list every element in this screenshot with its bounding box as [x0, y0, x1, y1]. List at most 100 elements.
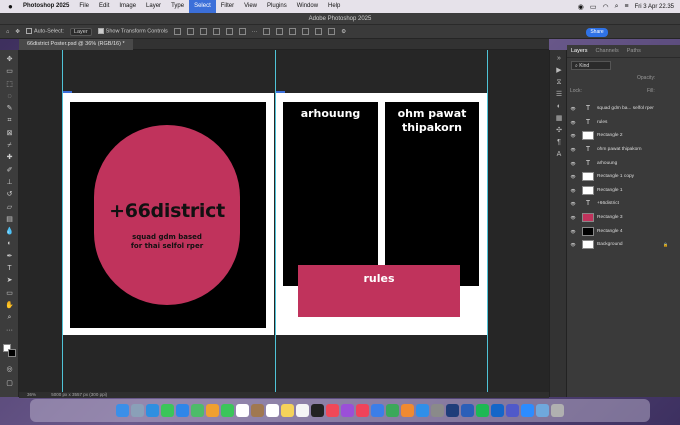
fill-label[interactable]: Fill:: [647, 88, 655, 94]
layer-row[interactable]: 👁 T +66district: [567, 197, 680, 211]
numbers-dock-icon[interactable]: [386, 404, 399, 417]
path-select-icon[interactable]: ➤: [0, 275, 19, 287]
brush-icon[interactable]: ✐: [0, 165, 19, 177]
properties-icon[interactable]: ☰: [550, 89, 568, 101]
quick-select-icon[interactable]: ✎: [0, 103, 19, 115]
swatches-icon[interactable]: ▦: [550, 113, 568, 125]
distribute-height-icon[interactable]: [328, 28, 336, 35]
menu-help[interactable]: Help: [323, 0, 345, 13]
gradient-icon[interactable]: ▤: [0, 214, 19, 226]
freeform-dock-icon[interactable]: [296, 404, 309, 417]
align-right-icon[interactable]: [199, 28, 207, 35]
visibility-eye-icon[interactable]: 👁: [567, 120, 579, 125]
align-left-icon[interactable]: [173, 28, 181, 35]
box-2-line-2[interactable]: thipakorn: [385, 121, 479, 134]
pen-icon[interactable]: ✒: [0, 251, 19, 263]
auto-select-checkbox[interactable]: [25, 28, 32, 35]
document-tab[interactable]: 66district Poster.psd @ 36% (RGB/16) *: [19, 39, 133, 50]
distribute-vertical-icon[interactable]: [276, 28, 284, 35]
menubar-clock[interactable]: Fri 3 Apr 22.35: [635, 4, 674, 10]
maps-dock-icon[interactable]: [191, 404, 204, 417]
music-dock-icon[interactable]: [326, 404, 339, 417]
visibility-eye-icon[interactable]: 👁: [567, 229, 579, 234]
layer-row[interactable]: 👁 Tarhouung: [567, 156, 680, 170]
menu-plugins[interactable]: Plugins: [262, 0, 292, 13]
move-tool-icon[interactable]: ✥: [15, 29, 20, 35]
align-middle-icon[interactable]: [225, 28, 233, 35]
canvas-area[interactable]: +66district squad gdm based for thai sel…: [19, 50, 549, 392]
menu-layer[interactable]: Layer: [141, 0, 166, 13]
zoom-icon[interactable]: ⌕: [0, 312, 19, 324]
guide-line[interactable]: [487, 50, 488, 392]
zoom-dock-icon[interactable]: [521, 404, 534, 417]
dodge-icon[interactable]: ◐: [0, 238, 19, 250]
search-icon[interactable]: ⌕: [615, 3, 619, 11]
layer-row[interactable]: 👁 Trules: [567, 116, 680, 130]
menu-app-name[interactable]: Photoshop 2025: [18, 0, 74, 13]
visibility-eye-icon[interactable]: 👁: [567, 147, 579, 152]
messages-dock-icon[interactable]: [161, 404, 174, 417]
podcasts-dock-icon[interactable]: [341, 404, 354, 417]
visibility-eye-icon[interactable]: 👁: [567, 106, 579, 111]
play-icon[interactable]: ▶: [550, 65, 568, 77]
calendar-dock-icon[interactable]: [236, 404, 249, 417]
distribute-horizontal-icon[interactable]: [289, 28, 297, 35]
word-dock-icon[interactable]: [461, 404, 474, 417]
eyedropper-icon[interactable]: ⌿: [0, 140, 19, 152]
color-icon[interactable]: ◐: [550, 101, 568, 113]
menu-window[interactable]: Window: [292, 0, 323, 13]
distribute-spacing-icon[interactable]: [302, 28, 310, 35]
layer-filter-dropdown[interactable]: ⌕ Kind: [571, 61, 611, 70]
background-color-swatch[interactable]: [8, 349, 16, 357]
rectangle-1[interactable]: [283, 102, 378, 286]
pages-dock-icon[interactable]: [401, 404, 414, 417]
notes-dock-icon[interactable]: [281, 404, 294, 417]
battery-icon[interactable]: ▭: [590, 3, 597, 11]
box-2-line-1[interactable]: ohm pawat: [385, 107, 479, 120]
menu-edit[interactable]: Edit: [94, 0, 114, 13]
lock-icon[interactable]: 🔒: [663, 242, 668, 247]
box-1-text[interactable]: arhouung: [283, 107, 378, 120]
layer-row[interactable]: 👁 Rectangle 1: [567, 184, 680, 198]
rules-text[interactable]: rules: [298, 272, 460, 285]
visibility-eye-icon[interactable]: 👁: [567, 188, 579, 193]
artboard-icon[interactable]: ▭: [0, 66, 19, 78]
visibility-eye-icon[interactable]: 👁: [567, 201, 579, 206]
layer-row[interactable]: 👁 Tohm pawat thipakorn: [567, 143, 680, 157]
teams-dock-icon[interactable]: [506, 404, 519, 417]
align-top-icon[interactable]: [212, 28, 220, 35]
outlook-dock-icon[interactable]: [491, 404, 504, 417]
menu-filter[interactable]: Filter: [216, 0, 239, 13]
layer-row[interactable]: 👁 Tsquad gdm ba... selfol rper: [567, 102, 680, 116]
trash-dock-icon[interactable]: [551, 404, 564, 417]
reminders-dock-icon[interactable]: [266, 404, 279, 417]
align-center-icon[interactable]: [186, 28, 194, 35]
layer-row[interactable]: 👁 Rectangle 4: [567, 224, 680, 238]
preview-dock-icon[interactable]: [536, 404, 549, 417]
visibility-eye-icon[interactable]: 👁: [567, 133, 579, 138]
control-center-icon[interactable]: ≡: [625, 3, 629, 10]
visibility-eye-icon[interactable]: 👁: [567, 161, 579, 166]
more-tools-icon[interactable]: ···: [0, 325, 19, 337]
tab-channels[interactable]: Channels: [592, 48, 623, 54]
auto-select-dropdown[interactable]: Layer: [69, 27, 92, 36]
crop-icon[interactable]: ⌗: [0, 115, 19, 127]
frame-icon[interactable]: ⊠: [0, 128, 19, 140]
rectangle-icon[interactable]: ▭: [0, 288, 19, 300]
healing-brush-icon[interactable]: ✚: [0, 152, 19, 164]
adjustments-icon[interactable]: ✣: [550, 125, 568, 137]
lasso-icon[interactable]: ◌: [0, 91, 19, 103]
keynote-dock-icon[interactable]: [371, 404, 384, 417]
menu-image[interactable]: Image: [114, 0, 141, 13]
contacts-dock-icon[interactable]: [251, 404, 264, 417]
app-store-dock-icon[interactable]: [416, 404, 429, 417]
collapse-icon[interactable]: »: [550, 53, 568, 65]
news-dock-icon[interactable]: [356, 404, 369, 417]
quick-mask-icon[interactable]: ◎: [0, 364, 19, 376]
history-brush-icon[interactable]: ↺: [0, 189, 19, 201]
home-icon[interactable]: ⌂: [6, 29, 9, 35]
distribute-width-icon[interactable]: [315, 28, 323, 35]
layer-row[interactable]: 👁 Rectangle 1 copy: [567, 170, 680, 184]
safari-dock-icon[interactable]: [146, 404, 159, 417]
opacity-label[interactable]: Opacity:: [637, 75, 655, 81]
